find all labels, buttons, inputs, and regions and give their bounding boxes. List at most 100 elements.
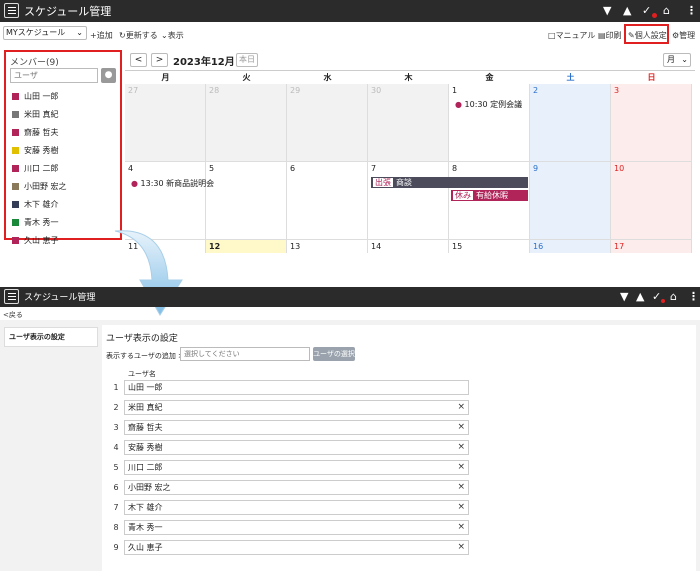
event-bar-business-trip[interactable]: 出張 商談 [371, 177, 528, 188]
member-name: 山田 一郎 [24, 92, 59, 101]
event-tag: 休み [453, 191, 473, 200]
day-cell[interactable]: 27 [125, 84, 206, 162]
hamburger-menu-icon[interactable] [4, 3, 19, 18]
day-cell[interactable]: 14 [368, 240, 449, 253]
member-item[interactable]: 木下 雄介 [12, 199, 59, 210]
prev-month-button[interactable]: < [130, 53, 147, 67]
member-search-input[interactable] [10, 68, 98, 83]
day-cell[interactable]: 1 [449, 84, 530, 162]
back-link[interactable]: <戻る [3, 310, 23, 320]
day-cell[interactable]: 8 [449, 162, 530, 240]
member-item[interactable]: 米田 真紀 [12, 109, 59, 120]
day-cell[interactable]: 6 [287, 162, 368, 240]
display-button[interactable]: ⌄表示 [161, 30, 184, 41]
member-item[interactable]: 久山 恵子 [12, 235, 59, 246]
remove-user-icon[interactable]: × [457, 501, 465, 514]
view-select[interactable]: MYスケジュール ⌄ [3, 26, 87, 40]
remove-user-icon[interactable]: × [457, 521, 465, 534]
member-item[interactable]: 小田野 宏之 [12, 181, 67, 192]
home-icon[interactable]: ⌂ [663, 4, 670, 17]
event-text: 有給休暇 [476, 191, 508, 200]
remove-user-icon[interactable]: × [457, 421, 465, 434]
day-cell[interactable]: 13 [287, 240, 368, 253]
member-title: メンバー(9) [10, 58, 59, 68]
day-cell[interactable]: 3 [611, 84, 692, 162]
more-menu-icon[interactable]: ⋮ [688, 290, 699, 303]
remove-user-icon[interactable]: × [457, 481, 465, 494]
manual-link[interactable]: □マニュアル [548, 30, 595, 41]
member-item[interactable]: 山田 一郎 [12, 91, 59, 102]
home-icon[interactable]: ⌂ [670, 290, 677, 303]
user-row[interactable]: 小田野 宏之 × [124, 480, 469, 495]
view-mode-select[interactable]: 月 ⌄ [663, 53, 691, 67]
remove-user-icon[interactable]: × [457, 441, 465, 454]
check-icon[interactable]: ✓ [642, 4, 651, 17]
day-cell[interactable]: 17 [611, 240, 692, 253]
day-cell[interactable]: 7 [368, 162, 449, 240]
today-button[interactable]: 本日 [236, 53, 258, 67]
username-column-header: ユーザ名 [128, 370, 156, 378]
event-bar-holiday[interactable]: 休み 有給休暇 [451, 190, 528, 201]
member-item[interactable]: 齋藤 哲夫 [12, 127, 59, 138]
left-menu-user-display[interactable]: ユーザ表示の設定 [4, 327, 98, 347]
day-cell[interactable]: 28 [206, 84, 287, 162]
user-row[interactable]: 齋藤 哲夫 × [124, 420, 469, 435]
user-name: 青木 秀一 [128, 523, 163, 532]
event-item[interactable]: ● 13:30 新商品説明会 [131, 178, 214, 189]
more-menu-icon[interactable]: ⋮ [686, 4, 697, 17]
event-item[interactable]: ● 10:30 定例会議 [455, 99, 522, 110]
member-item[interactable]: 安藤 秀樹 [12, 145, 59, 156]
event-text: 商談 [396, 178, 412, 187]
day-cell[interactable]: 2 [530, 84, 611, 162]
user-row[interactable]: 山田 一郎 [124, 380, 469, 395]
next-month-button[interactable]: > [151, 53, 168, 67]
day-cell[interactable]: 12 [206, 240, 287, 253]
bell-icon[interactable]: ▲ [636, 290, 644, 303]
add-button[interactable]: +追加 [90, 30, 113, 41]
user-row[interactable]: 川口 二郎 × [124, 460, 469, 475]
hamburger-menu-icon[interactable] [4, 289, 19, 304]
add-user-input[interactable] [180, 347, 310, 361]
check-icon[interactable]: ✓ [652, 290, 661, 303]
day-number: 3 [614, 86, 620, 95]
day-cell[interactable]: 9 [530, 162, 611, 240]
bell-icon[interactable]: ▲ [623, 4, 631, 17]
member-item[interactable]: 川口 二郎 [12, 163, 59, 174]
user-row[interactable]: 久山 恵子 × [124, 540, 469, 555]
user-row[interactable]: 青木 秀一 × [124, 520, 469, 535]
day-number: 9 [533, 164, 539, 173]
user-row[interactable]: 安藤 秀樹 × [124, 440, 469, 455]
day-cell[interactable]: 15 [449, 240, 530, 253]
user-name: 久山 恵子 [128, 543, 163, 552]
app-title: スケジュール管理 [24, 293, 96, 303]
user-name: 川口 二郎 [128, 463, 163, 472]
user-name: 木下 雄介 [128, 503, 163, 512]
row-number: 4 [113, 443, 119, 452]
member-name: 安藤 秀樹 [24, 146, 59, 155]
print-button[interactable]: ▤印刷 [598, 30, 622, 41]
personal-settings-button[interactable]: ✎個人設定 [628, 30, 667, 41]
member-color-swatch [12, 93, 19, 100]
beginner-mark-icon[interactable]: ▼ [620, 290, 628, 303]
member-name: 木下 雄介 [24, 200, 59, 209]
beginner-mark-icon[interactable]: ▼ [603, 4, 611, 17]
day-cell[interactable]: 10 [611, 162, 692, 240]
user-row[interactable]: 米田 真紀 × [124, 400, 469, 415]
day-cell[interactable]: 29 [287, 84, 368, 162]
settings-heading: ユーザ表示の設定 [106, 334, 178, 344]
row-number: 3 [113, 423, 119, 432]
refresh-button[interactable]: ↻更新する [119, 30, 158, 41]
day-cell[interactable]: 30 [368, 84, 449, 162]
remove-user-icon[interactable]: × [457, 401, 465, 414]
member-item[interactable]: 青木 秀一 [12, 217, 59, 228]
member-color-swatch [12, 183, 19, 190]
admin-button[interactable]: ⚙管理 [672, 30, 695, 41]
member-color-swatch [12, 219, 19, 226]
day-cell[interactable]: 16 [530, 240, 611, 253]
day-cell[interactable]: 5 [206, 162, 287, 240]
remove-user-icon[interactable]: × [457, 541, 465, 554]
select-user-button[interactable]: ユーザの選択 [313, 347, 355, 361]
user-picker-icon[interactable]: ● [101, 68, 116, 83]
remove-user-icon[interactable]: × [457, 461, 465, 474]
user-row[interactable]: 木下 雄介 × [124, 500, 469, 515]
